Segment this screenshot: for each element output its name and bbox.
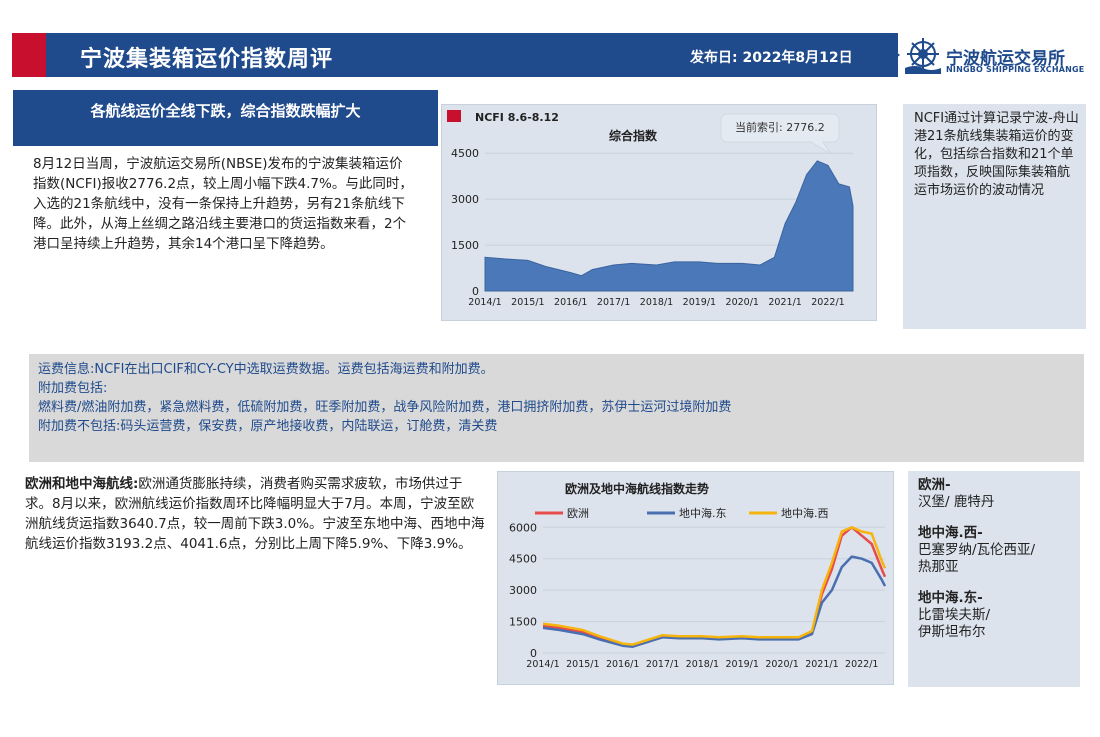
- publish-date: 发布日: 2022年8月12日: [690, 50, 853, 66]
- x-tick-label: 2018/1: [640, 297, 673, 308]
- y-tick-label: 1500: [509, 616, 537, 629]
- ncfi-description: NCFI通过计算记录宁波-舟山港21条航线集装箱运价的变化，包括综合指数和21个…: [914, 111, 1079, 198]
- route-group: 地中海.东- 比雷埃夫斯/ 伊斯坦布尔: [918, 590, 1078, 641]
- info-line: 燃料费/燃油附加费，紧急燃料费，低硫附加费，旺季附加费，战争风险附加费，港口拥挤…: [38, 400, 732, 415]
- route-title: 地中海.东-: [918, 590, 983, 606]
- x-tick-label: 2022/1: [811, 297, 844, 308]
- route-group: 欧洲- 汉堡/ 鹿特丹: [918, 477, 1078, 511]
- chart-legend: NCFI 8.6-8.12: [475, 111, 559, 124]
- x-tick-label: 2020/1: [765, 659, 798, 670]
- route-title: 地中海.西-: [918, 525, 983, 541]
- route-title: 欧洲-: [918, 477, 951, 493]
- series-area: [484, 160, 854, 292]
- europe-med-paragraph: 欧洲和地中海航线:欧洲通货膨胀持续，消费者购买需求疲软，市场供过于求。8月以来，…: [25, 474, 487, 554]
- composite-index-chart: NCFI 8.6-8.12 综合指数 当前索引: 2776.2 01500300…: [447, 110, 854, 308]
- info-line: 附加费不包括:码头运营费，保安费，原产地接收费，内陆联运，订舱费，清关费: [38, 419, 498, 434]
- x-tick-label: 2017/1: [597, 297, 630, 308]
- x-tick-label: 2018/1: [686, 659, 719, 670]
- x-tick-label: 2016/1: [606, 659, 639, 670]
- info-line: 附加费包括:: [38, 381, 108, 396]
- y-tick-label: 3000: [509, 584, 537, 597]
- chart-title: 欧洲及地中海航线指数走势: [565, 481, 709, 496]
- header-red-block: [12, 33, 46, 77]
- legend-label: 欧洲: [567, 507, 589, 520]
- x-tick-label: 2020/1: [726, 297, 759, 308]
- x-tick-label: 2015/1: [566, 659, 599, 670]
- x-tick-label: 2016/1: [554, 297, 587, 308]
- y-tick-label: 1500: [451, 239, 479, 252]
- route-ports: 巴塞罗纳/瓦伦西亚/: [918, 542, 1036, 558]
- route-ports-list: 欧洲- 汉堡/ 鹿特丹 地中海.西- 巴塞罗纳/瓦伦西亚/ 热那亚 地中海.东-…: [918, 477, 1078, 655]
- header-arrow: [872, 33, 900, 77]
- y-tick-label: 4500: [451, 147, 479, 160]
- y-tick-label: 6000: [509, 521, 537, 534]
- x-tick-label: 2014/1: [526, 659, 559, 670]
- freight-info-text: 运费信息:NCFI在出口CIF和CY-CY中选取运费数据。运费包括海运费和附加费…: [38, 360, 1078, 436]
- x-tick-label: 2021/1: [805, 659, 838, 670]
- x-tick-label: 2022/1: [845, 659, 878, 670]
- current-index-annotation: 当前索引: 2776.2: [735, 120, 825, 134]
- x-tick-label: 2015/1: [511, 297, 544, 308]
- x-tick-label: 2021/1: [768, 297, 801, 308]
- route-ports: 伊斯坦布尔: [918, 624, 986, 640]
- route-ports: 比雷埃夫斯/: [918, 607, 991, 623]
- summary-paragraph: 8月12日当周，宁波航运交易所(NBSE)发布的宁波集装箱运价指数(NCFI)报…: [33, 156, 413, 252]
- info-line: 运费信息:NCFI在出口CIF和CY-CY中选取运费数据。运费包括海运费和附加费…: [38, 362, 494, 377]
- chart-title: 综合指数: [609, 128, 658, 143]
- europe-med-chart: 欧洲及地中海航线指数走势 欧洲 地中海.东 地中海.西 01500300045006…: [509, 481, 887, 670]
- x-tick-label: 2019/1: [726, 659, 759, 670]
- europe-med-lead: 欧洲和地中海航线:: [25, 476, 139, 492]
- y-tick-label: 3000: [451, 193, 479, 206]
- page-title: 宁波集装箱运价指数周评: [80, 47, 334, 72]
- y-tick-label: 4500: [509, 553, 537, 566]
- legend-swatch: [447, 110, 461, 122]
- x-tick-label: 2014/1: [468, 297, 501, 308]
- route-ports: 汉堡/ 鹿特丹: [918, 494, 995, 510]
- legend-label: 地中海.东: [679, 506, 727, 520]
- route-group: 地中海.西- 巴塞罗纳/瓦伦西亚/ 热那亚: [918, 525, 1078, 576]
- legend-label: 地中海.西: [781, 506, 829, 520]
- x-tick-label: 2019/1: [683, 297, 716, 308]
- annotation-callout: [720, 113, 840, 155]
- route-ports: 热那亚: [918, 559, 959, 575]
- logo-name-en: NINGBO SHIPPING EXCHANGE: [946, 65, 1085, 74]
- section-heading: 各航线运价全线下跌，综合指数跌幅扩大: [90, 102, 361, 120]
- x-tick-label: 2017/1: [646, 659, 679, 670]
